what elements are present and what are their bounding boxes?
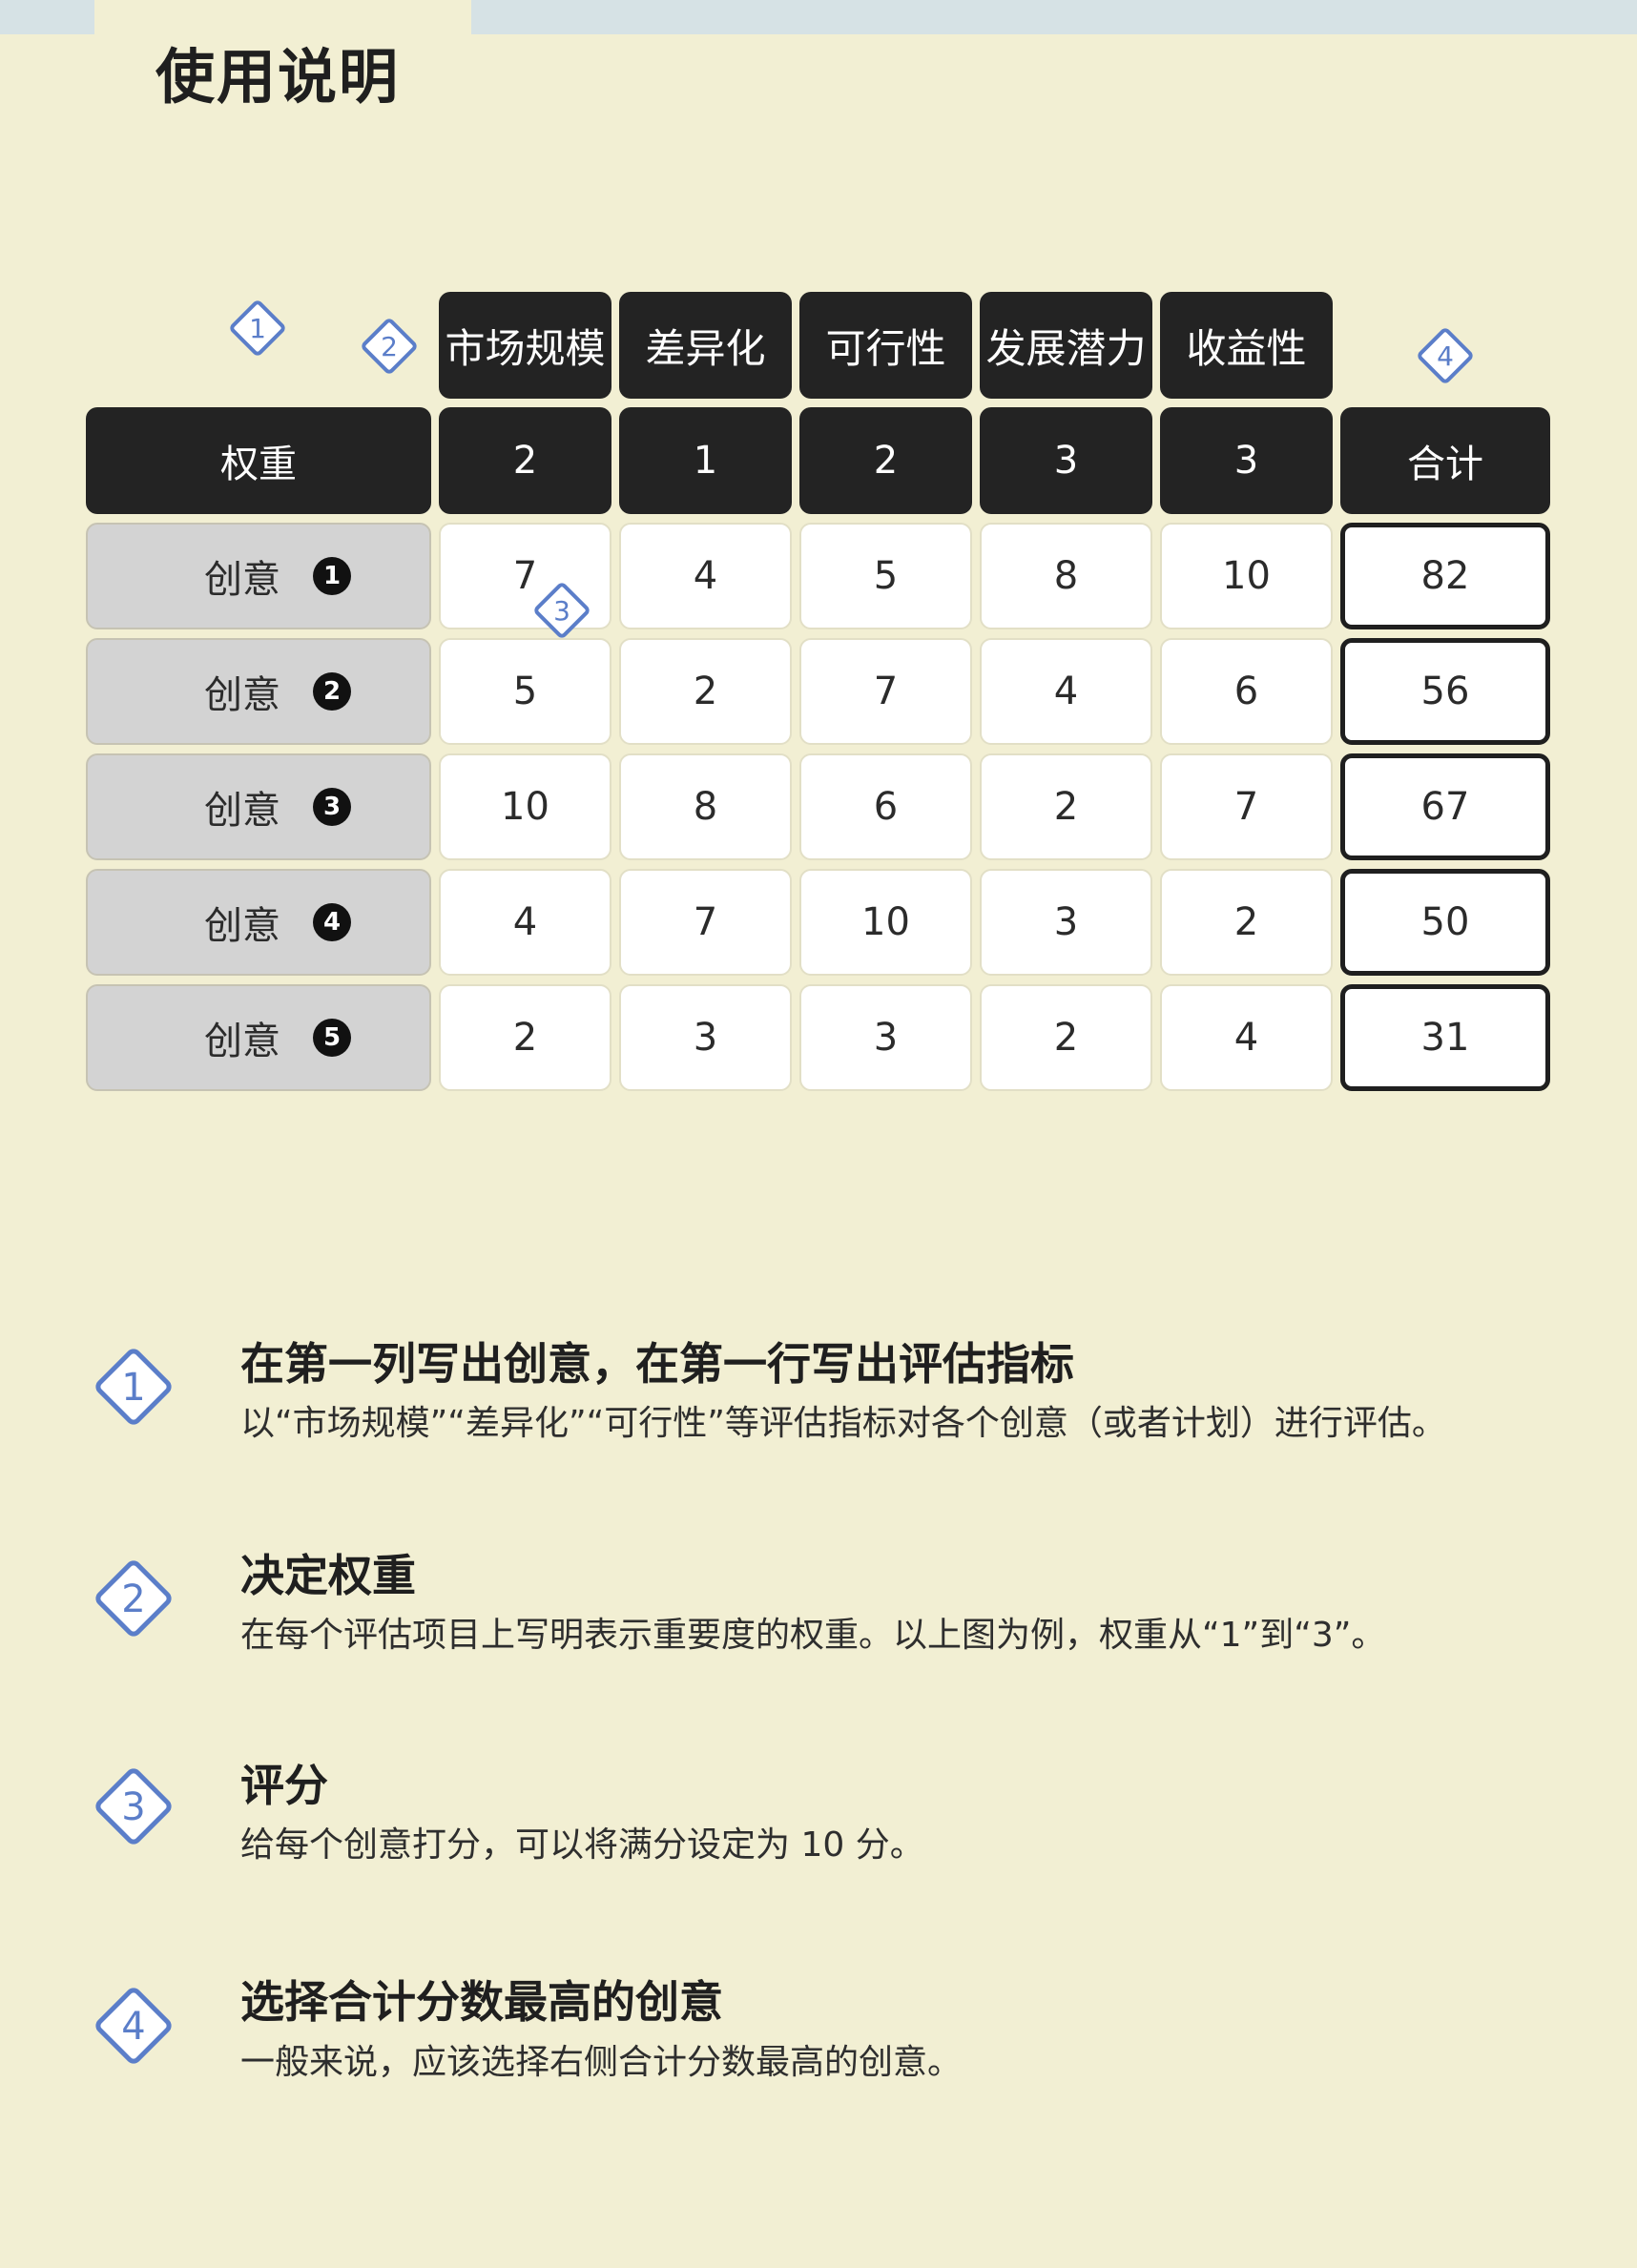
idea-label-text: 创意 [204, 789, 280, 833]
score-cell: 4 [619, 523, 792, 629]
idea-label: 创意 1 [86, 523, 431, 629]
score-cell: 2 [1160, 869, 1333, 976]
score-cell: 7 [619, 869, 792, 976]
marker-number: 3 [553, 595, 570, 627]
step-description: 给每个创意打分，可以将满分设定为 10 分。 [240, 1825, 924, 1865]
score-cell: 4 [439, 869, 611, 976]
total-header: 合计 [1340, 407, 1550, 514]
weight-value: 3 [980, 407, 1152, 514]
weight-value: 1 [619, 407, 792, 514]
step-number: 2 [121, 1577, 145, 1621]
marker-number: 2 [381, 331, 398, 362]
total-cell: 56 [1340, 638, 1550, 745]
step-description: 一般来说，应该选择右侧合计分数最高的创意。 [240, 2043, 963, 2082]
score-cell: 5 [799, 523, 972, 629]
weight-value: 3 [1160, 407, 1333, 514]
idea-label-text: 创意 [204, 558, 280, 602]
step-description: 以“市场规模”“差异化”“可行性”等评估指标对各个创意（或者计划）进行评估。 [240, 1404, 1446, 1443]
total-cell: 31 [1340, 984, 1550, 1091]
step-diamond-4: 4 [84, 1976, 183, 2075]
score-cell: 8 [619, 753, 792, 860]
score-cell: 6 [799, 753, 972, 860]
score-cell: 2 [980, 753, 1152, 860]
score-cell: 2 [980, 984, 1152, 1091]
idea-number-badge: 1 [313, 557, 351, 595]
score-cell: 3 [980, 869, 1152, 976]
score-cell: 8 [980, 523, 1152, 629]
idea-label-text: 创意 [204, 673, 280, 717]
step-description: 在每个评估项目上写明表示重要度的权重。以上图为例，权重从“1”到“3”。 [240, 1616, 1386, 1655]
step-number: 1 [121, 1366, 145, 1410]
idea-label-text: 创意 [204, 904, 280, 948]
score-cell: 5 [439, 638, 611, 745]
page-title: 使用说明 [155, 42, 401, 112]
score-cell: 10 [1160, 523, 1333, 629]
weight-label: 权重 [86, 407, 431, 514]
marker-diamond-2: 2 [355, 312, 424, 381]
score-cell: 2 [619, 638, 792, 745]
idea-label: 创意 3 [86, 753, 431, 860]
score-cell: 10 [799, 869, 972, 976]
marker-diamond-1: 1 [223, 294, 292, 362]
marker-number: 1 [249, 313, 266, 344]
weight-value: 2 [439, 407, 611, 514]
marker-diamond-4: 4 [1411, 321, 1480, 390]
step-title: 在第一列写出创意，在第一行写出评估指标 [240, 1338, 1074, 1390]
score-cell: 3 [799, 984, 972, 1091]
idea-number-badge: 2 [313, 672, 351, 711]
score-cell: 4 [980, 638, 1152, 745]
step-diamond-1: 1 [84, 1337, 183, 1436]
criterion-header: 发展潜力 [980, 292, 1152, 399]
score-cell: 7 [1160, 753, 1333, 860]
idea-number-badge: 5 [313, 1019, 351, 1057]
step-diamond-3: 3 [84, 1757, 183, 1856]
score-cell: 6 [1160, 638, 1333, 745]
criterion-header: 差异化 [619, 292, 792, 399]
marker-number: 4 [1437, 340, 1454, 372]
step-title: 决定权重 [240, 1550, 416, 1601]
idea-number-badge: 3 [313, 788, 351, 826]
criterion-header: 可行性 [799, 292, 972, 399]
step-title: 评分 [240, 1760, 328, 1811]
total-cell: 82 [1340, 523, 1550, 629]
step-number: 3 [121, 1785, 145, 1829]
step-diamond-2: 2 [84, 1549, 183, 1648]
total-cell: 50 [1340, 869, 1550, 976]
step-title: 选择合计分数最高的创意 [240, 1976, 723, 2028]
idea-label: 创意 4 [86, 869, 431, 976]
score-cell: 7 [799, 638, 972, 745]
total-cell: 67 [1340, 753, 1550, 860]
criterion-header: 市场规模 [439, 292, 611, 399]
score-cell: 2 [439, 984, 611, 1091]
idea-label: 创意 5 [86, 984, 431, 1091]
idea-label: 创意 2 [86, 638, 431, 745]
score-cell: 4 [1160, 984, 1333, 1091]
score-cell: 10 [439, 753, 611, 860]
criterion-header: 收益性 [1160, 292, 1333, 399]
marker-diamond-3: 3 [528, 576, 596, 645]
score-cell: 3 [619, 984, 792, 1091]
step-number: 4 [121, 2005, 145, 2049]
idea-label-text: 创意 [204, 1020, 280, 1063]
idea-number-badge: 4 [313, 903, 351, 941]
weight-value: 2 [799, 407, 972, 514]
